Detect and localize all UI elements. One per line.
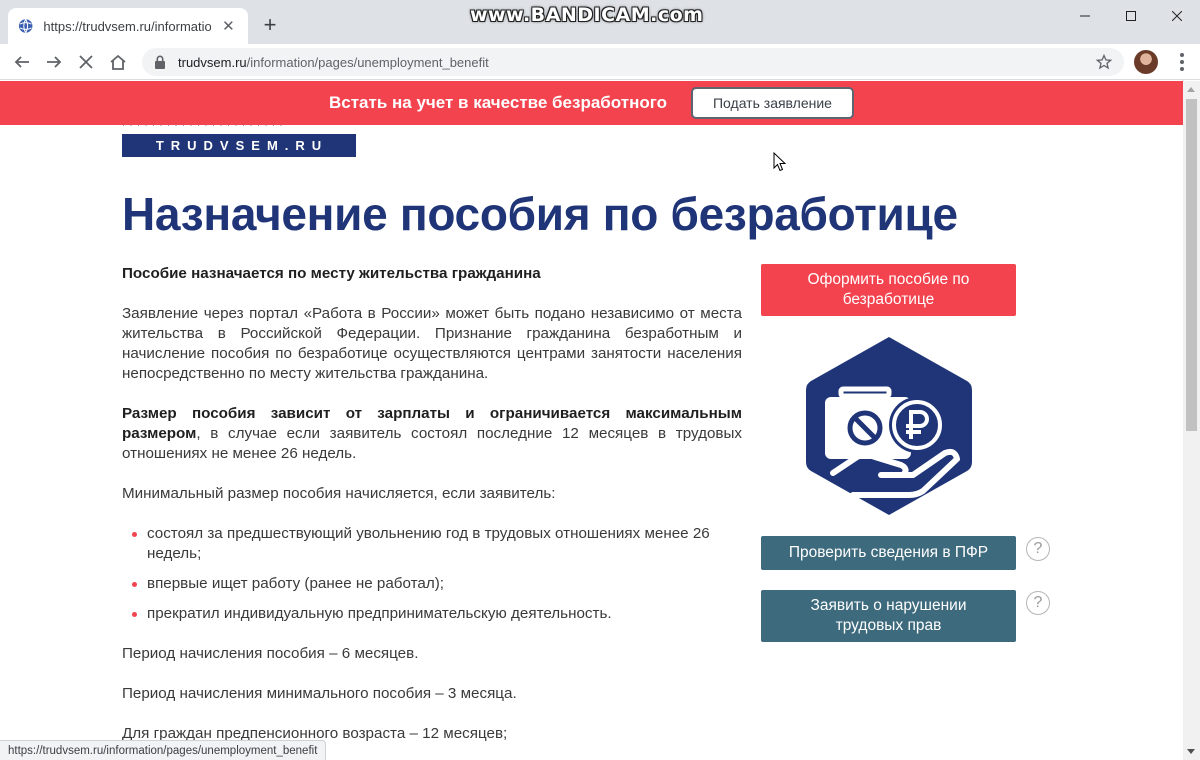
paragraph-2-rest: , в случае если заявитель состоял послед… (122, 425, 742, 462)
article-paragraph-1: Заявление через портал «Работа в России»… (122, 305, 742, 382)
period-text-2: Период начисления минимального пособия –… (122, 685, 517, 702)
help-icon[interactable]: ? (1026, 537, 1050, 561)
stop-loading-button[interactable] (72, 48, 100, 76)
new-tab-button[interactable]: + (258, 13, 282, 37)
home-button[interactable] (104, 48, 132, 76)
banner-text: Встать на учет в качестве безработного (329, 93, 667, 112)
maximize-button[interactable] (1108, 0, 1154, 32)
article-lead: Пособие назначается по месту жительства … (122, 265, 541, 282)
close-icon (79, 55, 93, 69)
help-icon[interactable]: ? (1026, 591, 1050, 615)
article-paragraph-2: Размер пособия зависит от зарплаты и огр… (122, 404, 742, 464)
address-path: /information/pages/unemployment_benefit (246, 54, 489, 70)
address-bar[interactable]: trudvsem.ru/information/pages/unemployme… (142, 48, 1124, 76)
list-item: впервые ищет работу (ранее не работал); (122, 574, 742, 594)
logo-text: TRUDVSEM.RU (155, 138, 329, 153)
browser-toolbar: trudvsem.ru/information/pages/unemployme… (0, 44, 1200, 80)
submit-application-button[interactable]: Подать заявление (690, 87, 854, 119)
address-domain: trudvsem.ru (178, 54, 247, 70)
page-viewport: Встать на учет в качестве безработного П… (0, 81, 1183, 760)
home-icon (110, 54, 126, 70)
report-violation-label: Заявить о нарушении трудовых прав (810, 597, 967, 634)
forward-button[interactable] (40, 48, 68, 76)
apply-benefit-label: Оформить пособие по безработице (807, 271, 970, 308)
tab-title: https://trudvsem.ru/information/ (43, 18, 211, 34)
address-url: trudvsem.ru/information/pages/unemployme… (178, 55, 489, 70)
kebab-menu-icon[interactable] (1170, 48, 1194, 76)
check-pfr-button[interactable]: Проверить сведения в ПФР (761, 536, 1016, 570)
register-banner: Встать на учет в качестве безработного П… (0, 81, 1183, 125)
list-item: прекратил индивидуальную предприниматель… (122, 604, 742, 624)
window-close-button[interactable] (1154, 0, 1200, 32)
logo-caption-cut: · · · · · · · · · · · · · · · · · · · · … (122, 125, 284, 130)
apply-benefit-button[interactable]: Оформить пособие по безработице (761, 264, 1016, 316)
status-bar-url: https://trudvsem.ru/information/pages/un… (0, 740, 327, 760)
lock-icon (155, 55, 165, 69)
back-button[interactable] (8, 48, 36, 76)
star-icon[interactable] (1096, 54, 1112, 70)
browser-titlebar: https://trudvsem.ru/information/ ✕ + www… (0, 0, 1200, 44)
arrow-right-icon (47, 56, 62, 68)
arrow-left-icon (14, 56, 29, 68)
article-paragraph-3: Минимальный размер пособия начисляется, … (122, 485, 556, 502)
briefcase-ruble-hand-icon (806, 337, 972, 515)
tab-close-icon[interactable]: ✕ (219, 16, 238, 36)
page-title: Назначение пособия по безработице (122, 188, 958, 240)
mouse-cursor-icon (773, 152, 787, 172)
page-scrollbar[interactable] (1183, 81, 1200, 760)
browser-tab[interactable]: https://trudvsem.ru/information/ ✕ (8, 8, 248, 44)
scroll-down-arrow-icon[interactable] (1187, 749, 1195, 754)
scrollbar-thumb[interactable] (1186, 99, 1197, 431)
scroll-up-arrow-icon[interactable] (1187, 87, 1195, 92)
profile-avatar[interactable] (1134, 50, 1158, 74)
article-body: Пособие назначается по месту жительства … (122, 264, 742, 760)
close-icon (1172, 11, 1182, 21)
minimize-icon (1080, 15, 1090, 17)
report-violation-button[interactable]: Заявить о нарушении трудовых прав (761, 590, 1016, 642)
list-item: состоял за предшествующий увольнению год… (122, 524, 742, 564)
globe-icon (18, 19, 33, 33)
site-logo[interactable]: TRUDVSEM.RU (122, 134, 356, 157)
maximize-icon (1126, 11, 1136, 21)
conditions-list: состоял за предшествующий увольнению год… (122, 524, 742, 624)
recording-watermark: www.BANDICAM.com (470, 4, 704, 26)
period-text-1: Период начисления пособия – 6 месяцев. (122, 645, 419, 662)
minimize-button[interactable] (1062, 0, 1108, 32)
